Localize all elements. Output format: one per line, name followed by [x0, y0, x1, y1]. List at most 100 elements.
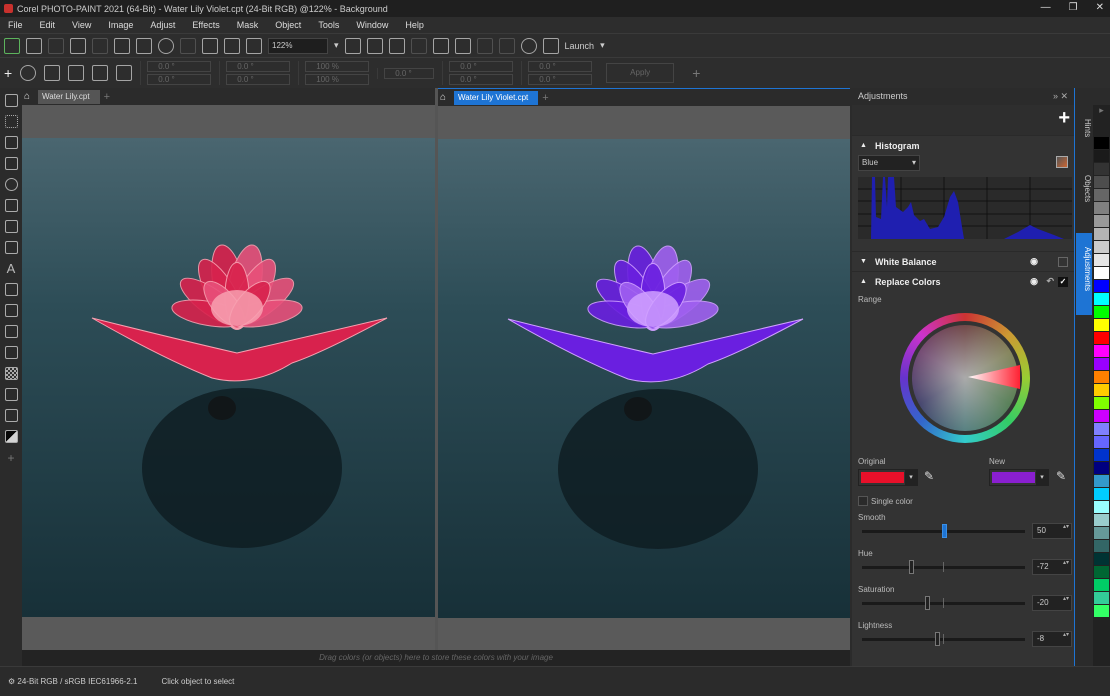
- new-tab-icon[interactable]: +: [542, 92, 548, 104]
- menu-file[interactable]: File: [8, 20, 23, 30]
- lightness-value-field[interactable]: -8: [1032, 631, 1072, 647]
- original-eyedropper-icon[interactable]: ✎: [924, 469, 934, 483]
- saturation-slider[interactable]: [862, 602, 1025, 605]
- menu-tools[interactable]: Tools: [318, 20, 339, 30]
- skew-mode-icon[interactable]: [68, 65, 84, 81]
- zoom-tool-icon[interactable]: [5, 178, 18, 191]
- palette-swatch[interactable]: [1094, 150, 1109, 162]
- new-eyedropper-icon[interactable]: ✎: [1056, 469, 1066, 483]
- palette-swatch[interactable]: [1094, 384, 1109, 396]
- object-marquee-icon[interactable]: [477, 38, 493, 54]
- palette-swatch[interactable]: [1094, 163, 1109, 175]
- palette-swatch[interactable]: [1094, 592, 1109, 604]
- import-icon[interactable]: [224, 38, 240, 54]
- document-tab[interactable]: Water Lily Violet.cpt: [454, 91, 538, 105]
- palette-swatch[interactable]: [1094, 319, 1109, 331]
- white-balance-section-header[interactable]: ▼White Balance◉: [852, 251, 1074, 271]
- launch-dropdown-icon[interactable]: ▾: [600, 40, 605, 51]
- position-mode-icon[interactable]: +: [4, 65, 12, 81]
- export-icon[interactable]: [246, 38, 262, 54]
- fill-tool-icon[interactable]: [5, 409, 18, 422]
- palette-swatch[interactable]: [1094, 462, 1109, 474]
- palette-swatch[interactable]: [1094, 488, 1109, 500]
- mask-overlay-icon[interactable]: [455, 38, 471, 54]
- pick-tool-icon[interactable]: [5, 94, 18, 107]
- eraser-tool-icon[interactable]: [5, 325, 18, 338]
- distort-mode-icon[interactable]: [92, 65, 108, 81]
- lock-icon[interactable]: [499, 38, 515, 54]
- clone-tool-icon[interactable]: [5, 220, 18, 233]
- zoom-level-select[interactable]: 122%: [268, 38, 328, 54]
- red-eye-tool-icon[interactable]: [5, 199, 18, 212]
- replace-colors-section-header[interactable]: ▲Replace Colors◉↶✓: [852, 271, 1074, 291]
- palette-swatch[interactable]: [1094, 189, 1109, 201]
- palette-swatch[interactable]: [1094, 280, 1109, 292]
- histogram-channel-select[interactable]: Blue▾: [858, 155, 920, 171]
- skew-h-field[interactable]: 0.0 °: [528, 61, 592, 72]
- palette-swatch[interactable]: [1094, 176, 1109, 188]
- menu-adjust[interactable]: Adjust: [150, 20, 175, 30]
- palette-swatch[interactable]: [1094, 449, 1109, 461]
- slider-thumb[interactable]: [935, 632, 940, 646]
- saturation-value-field[interactable]: -20: [1032, 595, 1072, 611]
- palette-swatch[interactable]: [1094, 553, 1109, 565]
- palette-swatch[interactable]: [1094, 605, 1109, 617]
- visibility-icon[interactable]: ◉: [1030, 276, 1038, 287]
- menu-view[interactable]: View: [72, 20, 91, 30]
- palette-swatch[interactable]: [1094, 332, 1109, 344]
- restore-button[interactable]: ❐: [1069, 2, 1078, 13]
- palette-swatch[interactable]: [1094, 358, 1109, 370]
- tab-objects[interactable]: Objects: [1076, 161, 1092, 231]
- scale-x-field[interactable]: 100 %: [305, 61, 369, 72]
- menu-edit[interactable]: Edit: [40, 20, 56, 30]
- size-w-field[interactable]: 0.0 °: [226, 61, 290, 72]
- paste-icon[interactable]: [136, 38, 152, 54]
- slider-thumb[interactable]: [909, 560, 914, 574]
- menu-mask[interactable]: Mask: [237, 20, 259, 30]
- palette-swatch[interactable]: [1094, 540, 1109, 552]
- perspective-mode-icon[interactable]: [116, 65, 132, 81]
- add-toolbar-icon[interactable]: +: [692, 65, 700, 81]
- slider-thumb[interactable]: [925, 596, 930, 610]
- mask-marquee-icon[interactable]: [433, 38, 449, 54]
- scan-icon[interactable]: [202, 38, 218, 54]
- add-tool-icon[interactable]: +: [7, 451, 14, 465]
- rectangle-tool-icon[interactable]: [5, 304, 18, 317]
- rotate-mode-icon[interactable]: [20, 65, 36, 81]
- palette-swatch[interactable]: [1094, 215, 1109, 227]
- smooth-value-field[interactable]: 50: [1032, 523, 1072, 539]
- tab-hints[interactable]: Hints: [1076, 105, 1092, 157]
- palette-swatch[interactable]: [1094, 293, 1109, 305]
- zoom-fit-icon[interactable]: [345, 38, 361, 54]
- position-y-field[interactable]: 0.0 °: [147, 74, 211, 85]
- apply-button[interactable]: Apply: [606, 63, 674, 83]
- smooth-slider[interactable]: [862, 530, 1025, 533]
- docker-close-icon[interactable]: » ✕: [1053, 88, 1068, 105]
- replace-colors-toggle[interactable]: ✓: [1058, 277, 1068, 287]
- palette-swatch[interactable]: [1094, 306, 1109, 318]
- menu-window[interactable]: Window: [356, 20, 388, 30]
- palette-swatch[interactable]: [1094, 436, 1109, 448]
- palette-swatch[interactable]: [1094, 527, 1109, 539]
- menu-object[interactable]: Object: [275, 20, 301, 30]
- lightness-slider[interactable]: [862, 638, 1025, 641]
- palette-swatch[interactable]: [1094, 501, 1109, 513]
- palette-swatch[interactable]: [1094, 345, 1109, 357]
- tab-adjustments[interactable]: Adjustments: [1076, 233, 1092, 315]
- color-mode-status[interactable]: ⚙ 24-Bit RGB / sRGB IEC61966-2.1: [8, 677, 137, 686]
- single-color-checkbox[interactable]: Single color: [858, 496, 913, 506]
- image-water-lily[interactable]: [22, 138, 435, 617]
- options-gear-icon[interactable]: [521, 38, 537, 54]
- histogram-options-icon[interactable]: [1056, 156, 1068, 168]
- rotation-field[interactable]: 0.0 °: [384, 68, 434, 79]
- new-color-picker[interactable]: ▾: [989, 469, 1049, 486]
- liquid-tool-icon[interactable]: [5, 241, 18, 254]
- guidelines-icon[interactable]: [389, 38, 405, 54]
- launch-button[interactable]: Launch: [565, 41, 595, 51]
- palette-swatch[interactable]: [1094, 228, 1109, 240]
- palette-swatch[interactable]: [1094, 410, 1109, 422]
- close-button[interactable]: ✕: [1096, 2, 1104, 13]
- palette-swatch[interactable]: [1094, 566, 1109, 578]
- effect-tool-icon[interactable]: [5, 346, 18, 359]
- transparency-tool-icon[interactable]: [5, 367, 18, 380]
